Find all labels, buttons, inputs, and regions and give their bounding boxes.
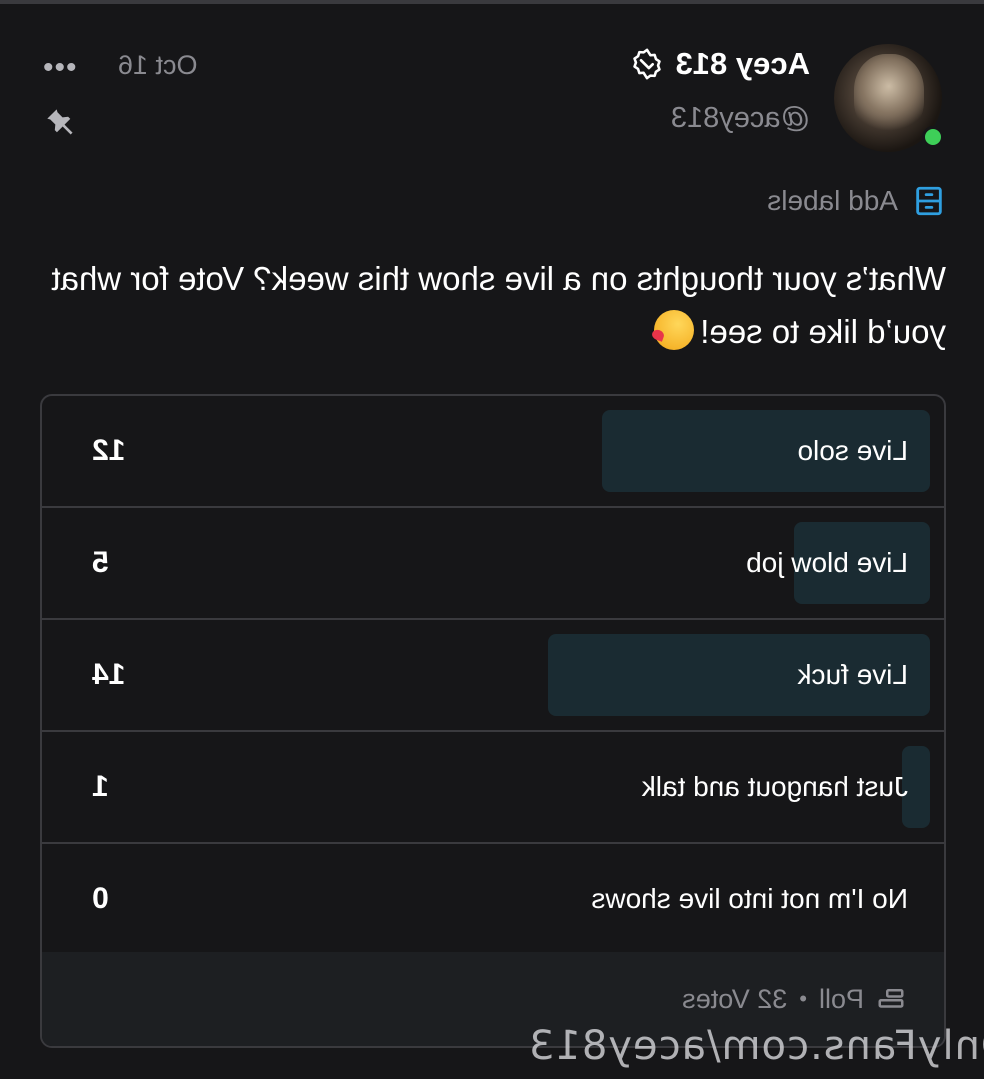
add-labels-label: Add labels — [767, 185, 898, 216]
poll-option-count: 5 — [92, 546, 109, 579]
poll-option[interactable]: No I'm not into live shows 0 — [42, 844, 944, 956]
verified-icon — [632, 48, 661, 80]
poll-option[interactable]: Live fuck 14 — [42, 620, 944, 732]
author-name-row[interactable]: Acey 813 — [630, 46, 810, 82]
more-icon[interactable]: ••• — [42, 51, 77, 84]
poll-option-count: 12 — [92, 434, 126, 467]
poll-option-label: Live fuck — [797, 659, 909, 690]
post-text-content: What’s your thoughts on a live show this… — [51, 260, 946, 350]
post-date: Oct 16 — [118, 50, 198, 80]
pin-icon[interactable] — [44, 106, 76, 138]
post-text: What’s your thoughts on a live show this… — [36, 252, 946, 358]
poll-option-count: 1 — [92, 770, 109, 803]
poll-option-count: 0 — [92, 882, 109, 915]
poll-footer-separator: • — [799, 986, 807, 1011]
author-handle[interactable]: @acey813 — [671, 102, 810, 135]
mirrored-post-view: Acey 813 @acey813 Oct 16 ••• Add labels … — [0, 0, 984, 1079]
poll-option[interactable]: Just hangout and talk 1 — [42, 732, 944, 844]
top-divider — [0, 0, 984, 4]
poll-option-count: 14 — [92, 658, 126, 691]
poll: Live solo 12 Live blow job 5 Live fuck 1… — [40, 394, 946, 1048]
poll-footer-votes: 32 Votes — [682, 983, 788, 1014]
labels-icon — [916, 186, 942, 216]
avatar-photo — [854, 54, 924, 134]
poll-icon — [878, 989, 904, 1008]
online-status-dot — [922, 126, 944, 148]
watermark: OnlyFans.com/acey813 — [528, 1023, 984, 1069]
kiss-emoji — [654, 310, 695, 350]
poll-option-label: No I'm not into live shows — [591, 883, 908, 914]
poll-option-label: Live solo — [797, 435, 908, 466]
poll-option[interactable]: Live solo 12 — [42, 396, 944, 508]
poll-option[interactable]: Live blow job 5 — [42, 508, 944, 620]
author-name[interactable]: Acey 813 — [676, 46, 810, 82]
poll-option-label: Live blow job — [746, 547, 908, 578]
add-labels-button[interactable]: Add labels — [767, 184, 946, 218]
poll-footer-type: Poll — [818, 983, 864, 1014]
poll-option-label: Just hangout and talk — [641, 771, 908, 802]
